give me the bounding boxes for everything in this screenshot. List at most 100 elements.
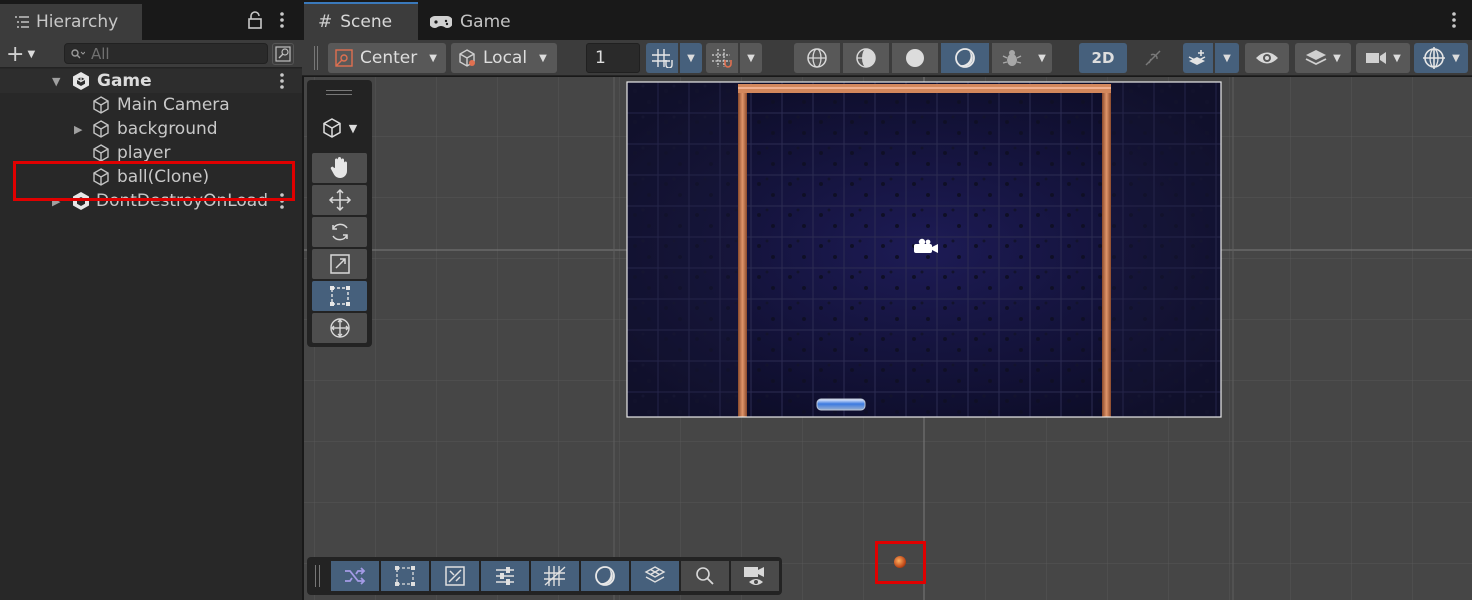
toolbar-grip[interactable] <box>314 46 318 70</box>
fx-layers-icon <box>1187 48 1209 68</box>
fx-toggle[interactable] <box>1183 43 1213 73</box>
search-icon <box>71 48 85 59</box>
video-camera-icon <box>1365 50 1387 66</box>
move-tool-button[interactable] <box>312 185 367 215</box>
debug-mode-dropdown[interactable]: ▼ <box>1032 43 1052 73</box>
overlay-rect-button[interactable] <box>381 561 429 591</box>
chevron-down-icon: ▼ <box>1452 52 1460 64</box>
expand-arrow-icon[interactable]: ▶ <box>74 123 82 136</box>
moon-icon <box>594 565 616 587</box>
hierarchy-search[interactable] <box>64 43 268 64</box>
layers-dropdown[interactable]: ▼ <box>1295 43 1351 73</box>
draw-mode-shaded-wireframe-button[interactable] <box>843 43 889 73</box>
more-options-icon[interactable] <box>274 8 290 32</box>
overlay-grid-button[interactable] <box>531 561 579 591</box>
chevron-down-icon: ▼ <box>1223 52 1231 64</box>
draw-mode-wireframe-button[interactable] <box>794 43 840 73</box>
transform-icon <box>328 316 352 340</box>
highlight-box <box>13 161 295 201</box>
fx-dropdown[interactable]: ▼ <box>1215 43 1239 73</box>
pivot-center-icon <box>334 48 354 68</box>
chevron-down-icon: ▼ <box>687 52 695 64</box>
cube-context-icon <box>321 117 343 139</box>
grid-hatch-icon <box>543 565 567 587</box>
increment-snap-icon <box>711 48 733 68</box>
transform-tool-button[interactable] <box>312 313 367 343</box>
overlay-inspector-button[interactable] <box>481 561 529 591</box>
grid-snap-icon <box>651 48 673 68</box>
move-arrows-icon <box>328 188 352 212</box>
increment-snap-button[interactable] <box>706 43 738 73</box>
hierarchy-tab[interactable]: Hierarchy <box>0 4 142 40</box>
rotate-tool-button[interactable] <box>312 217 367 247</box>
tools-grip[interactable] <box>326 90 352 95</box>
chevron-down-icon: ▼ <box>1333 52 1341 64</box>
create-button[interactable]: + ▼ <box>6 41 50 67</box>
toggle-2d-button[interactable]: 2D <box>1079 43 1127 73</box>
magnifier-icon <box>694 565 716 587</box>
player-paddle-sprite <box>816 398 866 411</box>
wireframe-sphere-icon <box>806 47 828 69</box>
search-by-type-button[interactable] <box>272 43 294 65</box>
tool-context-dropdown[interactable]: ▼ <box>314 114 364 142</box>
space-mode-dropdown[interactable]: Local ▼ <box>451 43 557 73</box>
item-label: player <box>117 143 171 163</box>
overlay-tile-palette-button[interactable] <box>631 561 679 591</box>
overlay-grip[interactable] <box>315 565 320 587</box>
tab-game-label: Game <box>460 12 511 32</box>
hierarchy-panel: Hierarchy +▼ ▼ Game <box>0 0 302 600</box>
grid-snap-dropdown[interactable]: ▼ <box>680 43 702 73</box>
lighting-off-icon <box>1142 47 1164 69</box>
debug-mode-button[interactable] <box>992 43 1032 73</box>
chevron-down-icon: ▼ <box>539 52 547 64</box>
hierarchy-toolbar: + ▼ <box>0 40 302 68</box>
item-label: background <box>117 119 218 139</box>
more-options-icon[interactable] <box>276 71 288 91</box>
tab-scene[interactable]: # Scene <box>304 2 418 40</box>
grid-size-value: 1 <box>595 48 606 68</box>
gizmos-dropdown[interactable]: ▼ <box>1414 43 1468 73</box>
sliders-icon <box>494 565 516 587</box>
grid-snap-toggle[interactable] <box>646 43 678 73</box>
overlay-lighting-button[interactable] <box>581 561 629 591</box>
overlay-sprite-editor-button[interactable] <box>431 561 479 591</box>
hierarchy-title: Hierarchy <box>36 12 119 32</box>
hand-icon <box>329 156 351 180</box>
more-options-icon[interactable] <box>1446 8 1462 32</box>
expand-arrow-icon[interactable]: ▼ <box>52 75 60 88</box>
draw-mode-shaded-button[interactable] <box>892 43 938 73</box>
pivot-mode-label: Center <box>360 48 418 68</box>
plus-icon: + <box>6 41 25 67</box>
crop-icon <box>444 565 466 587</box>
draw-mode-unlit-button[interactable] <box>941 43 989 73</box>
scale-tool-button[interactable] <box>312 249 367 279</box>
hierarchy-item-main-camera[interactable]: Main Camera <box>0 93 302 117</box>
search-input[interactable] <box>91 44 251 63</box>
scene-canvas <box>304 77 1472 600</box>
shuffle-icon <box>343 566 367 586</box>
grid-size-field[interactable]: 1 <box>586 43 640 73</box>
scale-icon <box>328 252 352 276</box>
increment-snap-dropdown[interactable]: ▼ <box>740 43 762 73</box>
tab-scene-label: Scene <box>340 12 393 32</box>
scene-visibility-toggle[interactable] <box>1245 43 1289 73</box>
overlay-sprite-swap-button[interactable] <box>331 561 379 591</box>
gameobject-cube-icon <box>91 143 111 163</box>
pivot-mode-dropdown[interactable]: Center ▼ <box>328 43 446 73</box>
lighting-toggle[interactable] <box>1132 43 1174 73</box>
hand-tool-button[interactable] <box>312 153 367 183</box>
rect-tool-button[interactable] <box>312 281 367 311</box>
overlay-camera-preview-button[interactable] <box>731 561 779 591</box>
lock-icon[interactable] <box>246 10 264 30</box>
rect-transform-icon <box>328 284 352 308</box>
bug-icon <box>1001 47 1023 69</box>
local-cube-icon <box>457 48 477 68</box>
hierarchy-item-background[interactable]: ▶ background <box>0 117 302 141</box>
scene-row-game[interactable]: ▼ Game <box>0 69 302 93</box>
overlay-search-button[interactable] <box>681 561 729 591</box>
scene-viewport[interactable] <box>304 77 1472 600</box>
chevron-down-icon: ▼ <box>747 52 755 64</box>
camera-dropdown[interactable]: ▼ <box>1356 43 1410 73</box>
unity-scene-icon <box>71 71 91 91</box>
tab-game[interactable]: Game <box>430 4 530 40</box>
